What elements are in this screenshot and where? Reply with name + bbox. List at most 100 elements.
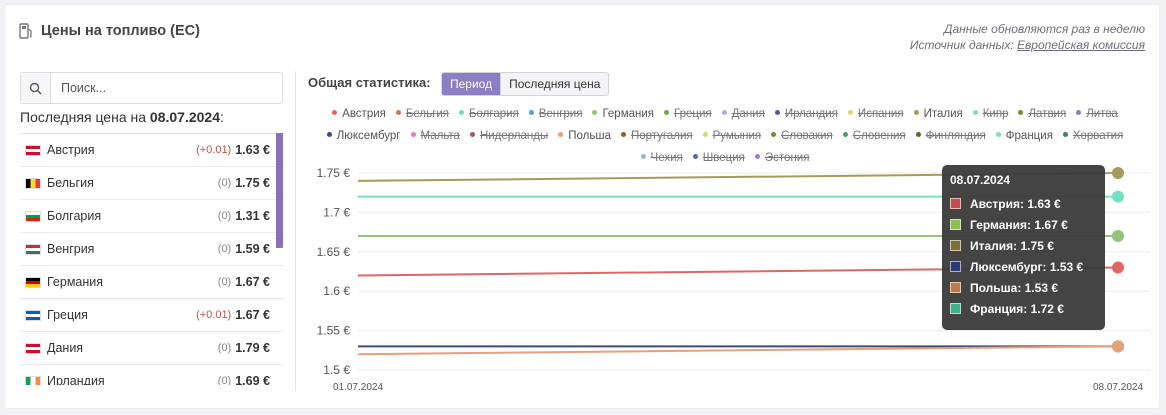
- legend-item[interactable]: Дания: [721, 103, 765, 125]
- tooltip-label: Польша: 1.53 €: [970, 280, 1059, 295]
- page-title-text: Цены на топливо (ЕС): [41, 23, 200, 39]
- country-price: 1.69 €: [235, 374, 270, 385]
- country-row[interactable]: Греция (+0.01) 1.67 €: [20, 299, 284, 332]
- stats-toggle: Период Последняя цена: [441, 72, 610, 96]
- series-line[interactable]: [357, 345, 1119, 356]
- legend-item[interactable]: Греция: [664, 103, 712, 125]
- country-row[interactable]: Германия (0) 1.67 €: [20, 266, 284, 299]
- last-price-date: 08.07.2024: [149, 109, 220, 125]
- legend-dot-icon: [410, 132, 416, 138]
- legend-item[interactable]: Венгрия: [528, 103, 582, 125]
- y-tick-label: 1.55 €: [317, 324, 351, 338]
- legend-label: Португалия: [630, 130, 693, 142]
- legend-label: Люксембург: [336, 130, 401, 142]
- last-price-label: Последняя цена на 08.07.2024:: [20, 109, 224, 125]
- legend-dot-icon: [558, 132, 564, 138]
- stats-label: Общая статистика:: [308, 75, 431, 90]
- legend-label: Австрия: [342, 108, 386, 120]
- legend-dot-icon: [847, 110, 853, 116]
- legend-item[interactable]: Кипр: [972, 103, 1009, 125]
- legend-dot-icon: [721, 110, 727, 116]
- legend-item[interactable]: Латвия: [1018, 103, 1066, 125]
- search-icon[interactable]: [21, 73, 51, 103]
- legend-dot-icon: [972, 110, 978, 116]
- country-row[interactable]: Бельгия (0) 1.75 €: [20, 167, 284, 200]
- legend-label: Словения: [852, 130, 906, 142]
- series-point[interactable]: [1112, 190, 1124, 203]
- tooltip-swatch: [950, 219, 961, 230]
- legend-dot-icon: [469, 132, 475, 138]
- legend-label: Мальта: [420, 130, 460, 142]
- legend-label: Румыния: [712, 130, 762, 142]
- series-point[interactable]: [1112, 340, 1124, 353]
- country-row[interactable]: Ирландия (0) 1.69 €: [20, 365, 284, 385]
- country-row[interactable]: Болгария (0) 1.31 €: [20, 200, 284, 233]
- legend-dot-icon: [915, 132, 921, 138]
- legend-item[interactable]: Хорватия: [1062, 125, 1123, 147]
- data-source-label: Источник данных:: [909, 38, 1018, 52]
- tooltip-label: Австрия: 1.63 €: [970, 196, 1061, 211]
- legend-item[interactable]: Ирландия: [774, 103, 838, 125]
- country-price: 1.67 €: [235, 308, 270, 322]
- country-name: Греция: [47, 308, 88, 322]
- country-name: Болгария: [47, 209, 102, 223]
- x-tick-label: 08.07.2024: [1093, 382, 1143, 393]
- flag-icon: [25, 243, 41, 255]
- legend-label: Франция: [1005, 130, 1053, 142]
- legend-item[interactable]: Румыния: [702, 125, 762, 147]
- legend-item[interactable]: Италия: [913, 103, 963, 125]
- legend-item[interactable]: Мальта: [410, 125, 460, 147]
- legend-item[interactable]: Люксембург: [326, 125, 401, 147]
- country-name: Ирландия: [47, 374, 105, 385]
- last-price-suffix: :: [220, 109, 224, 125]
- country-row[interactable]: Венгрия (0) 1.59 €: [20, 233, 284, 266]
- period-button[interactable]: Период: [442, 73, 501, 95]
- legend-item[interactable]: Франция: [995, 125, 1053, 147]
- tooltip-row: Австрия: 1.63 €: [950, 193, 1097, 214]
- legend-label: Кипр: [982, 108, 1009, 120]
- search-input[interactable]: [51, 73, 282, 103]
- country-list-scrollbar[interactable]: [276, 133, 283, 248]
- country-row[interactable]: Дания (0) 1.79 €: [20, 332, 284, 365]
- legend-item[interactable]: Бельгия: [395, 103, 449, 125]
- last-price-text: Последняя цена на: [20, 109, 150, 125]
- legend-item[interactable]: Болгария: [458, 103, 519, 125]
- legend-item[interactable]: Испания: [847, 103, 904, 125]
- legend-item[interactable]: Португалия: [620, 125, 693, 147]
- series-point[interactable]: [1112, 167, 1124, 179]
- legend-label: Дания: [731, 108, 765, 120]
- tooltip-swatch: [950, 303, 961, 314]
- y-tick-label: 1.7 €: [323, 205, 350, 219]
- price-delta: (0): [217, 276, 232, 288]
- legend-dot-icon: [774, 110, 780, 116]
- legend-item[interactable]: Словакия: [771, 125, 833, 147]
- price-delta: (0): [217, 342, 232, 354]
- legend-label: Германия: [602, 108, 655, 120]
- european-commission-link[interactable]: Европейская комиссия: [1017, 38, 1145, 52]
- legend-item[interactable]: Польша: [558, 125, 611, 147]
- legend-item[interactable]: Словения: [842, 125, 906, 147]
- country-name: Австрия: [47, 143, 95, 157]
- tooltip-row: Люксембург: 1.53 €: [950, 256, 1097, 277]
- y-tick-label: 1.6 €: [323, 284, 350, 298]
- legend-dot-icon: [458, 110, 464, 116]
- last-price-button[interactable]: Последняя цена: [500, 73, 609, 95]
- chart-tooltip: 08.07.2024 Австрия: 1.63 € Германия: 1.67…: [942, 165, 1105, 330]
- series-point[interactable]: [1112, 261, 1124, 274]
- country-list: Австрия (+0.01) 1.63 € Бельгия (0) 1.75 € Болг…: [20, 133, 284, 385]
- legend-label: Латвия: [1028, 108, 1067, 120]
- country-price: 1.75 €: [235, 176, 270, 190]
- country-price: 1.63 €: [235, 143, 270, 157]
- legend-item[interactable]: Германия: [592, 103, 654, 125]
- country-price: 1.59 €: [235, 242, 270, 256]
- legend-item[interactable]: Нидерланды: [469, 125, 548, 147]
- legend-label: Финляндия: [925, 130, 986, 142]
- country-price: 1.79 €: [235, 341, 270, 355]
- country-row[interactable]: Австрия (+0.01) 1.63 €: [20, 134, 284, 167]
- legend-item[interactable]: Финляндия: [915, 125, 986, 147]
- legend-label: Словакия: [781, 130, 833, 142]
- legend-dot-icon: [395, 110, 401, 116]
- series-point[interactable]: [1112, 230, 1124, 243]
- legend-item[interactable]: Литва: [1076, 103, 1118, 125]
- legend-item[interactable]: Австрия: [332, 103, 386, 125]
